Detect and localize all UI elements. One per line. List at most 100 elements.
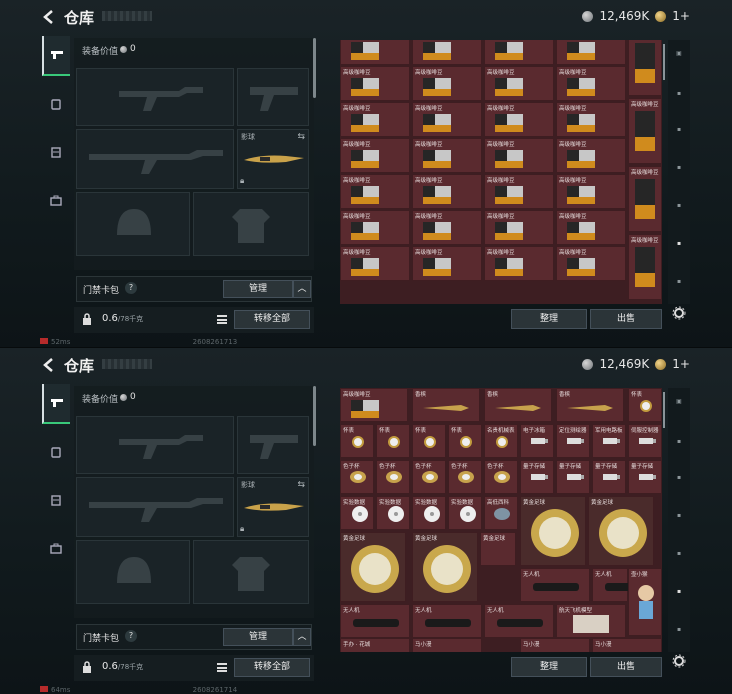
storage-page-icon-4[interactable]: ▪ — [672, 550, 686, 564]
stash-item[interactable]: 高级咖啡豆 — [484, 102, 554, 137]
storage-page-icon-6[interactable]: ▪ — [672, 626, 686, 640]
stash-item[interactable]: 实验数据 — [340, 496, 374, 530]
pistol-slot[interactable] — [237, 68, 309, 126]
tab-weapons[interactable] — [42, 384, 70, 424]
storage-page-icon-6[interactable]: ▪ — [672, 278, 686, 292]
stash-item[interactable]: 香槟 — [484, 388, 552, 422]
gold-amount[interactable]: 1+ — [672, 357, 690, 371]
stash-item[interactable]: 色子杯 — [484, 460, 518, 494]
stash-item[interactable]: 高级咖啡豆 — [556, 40, 626, 65]
gold-amount[interactable]: 1+ — [672, 9, 690, 23]
manage-button[interactable]: 管理 — [223, 280, 293, 298]
stash-item[interactable]: 实验数据 — [376, 496, 410, 530]
stash-item[interactable]: 高级咖啡豆 — [340, 102, 410, 137]
stash-item[interactable]: 高级咖啡豆 — [484, 246, 554, 281]
list-icon[interactable] — [217, 315, 227, 324]
tab-case[interactable] — [42, 180, 70, 220]
stash-item[interactable]: 实验数据 — [448, 496, 482, 530]
stash-item[interactable]: 实验数据 — [412, 496, 446, 530]
stash-item[interactable]: 色子杯 — [412, 460, 446, 494]
stash-item[interactable]: 无人机 — [592, 568, 651, 602]
stash-item[interactable]: 高级咖啡豆 — [412, 40, 482, 65]
stash-item[interactable]: 黄金足球 — [480, 532, 516, 566]
stash-item[interactable]: 高级咖啡豆 — [556, 210, 626, 245]
stash-item[interactable]: 怀表 — [376, 424, 410, 458]
stash-item[interactable]: 量子存储 — [592, 460, 626, 494]
stash-item[interactable]: 香槟 — [556, 388, 624, 422]
stash-scrollbar[interactable] — [663, 44, 665, 80]
helmet-slot[interactable] — [76, 540, 190, 604]
tab-case[interactable] — [42, 528, 70, 568]
stash-item[interactable]: 高级咖啡豆 — [340, 210, 410, 245]
tab-backpack[interactable] — [42, 480, 70, 520]
stash-item[interactable]: 怀表 — [628, 388, 662, 422]
stash-scrollbar[interactable] — [663, 392, 665, 428]
stash-item[interactable]: 黄金足球 — [588, 496, 654, 566]
secondary-weapon-slot[interactable] — [76, 477, 234, 537]
storage-icon[interactable]: ▣ — [672, 50, 686, 64]
back-icon[interactable] — [40, 356, 58, 374]
stash-item[interactable]: 量子存储 — [520, 460, 554, 494]
storage-page-icon-3[interactable]: ▪ — [672, 164, 686, 178]
stash-item[interactable]: 黄金足球 — [412, 532, 478, 602]
back-icon[interactable] — [40, 8, 58, 26]
stash-item[interactable]: 高级咖啡豆 — [556, 138, 626, 173]
stash-item[interactable]: 高级咖啡豆 — [556, 174, 626, 209]
stash-item[interactable]: 名贵机械表 — [484, 424, 518, 458]
stash-item[interactable]: 高级咖啡豆 — [628, 234, 662, 300]
gear-icon[interactable] — [672, 654, 686, 668]
armor-slot[interactable] — [193, 192, 309, 256]
stash-item[interactable]: 高级咖啡豆 — [628, 98, 662, 164]
stash-item[interactable]: 高级咖啡豆 — [484, 210, 554, 245]
storage-page-icon-2[interactable]: ▪ — [672, 126, 686, 140]
primary-weapon-slot[interactable] — [76, 68, 234, 126]
stash-item[interactable]: 定位测绘器 — [556, 424, 590, 458]
stash-item[interactable]: 高级咖啡豆 — [412, 174, 482, 209]
stash-item[interactable]: 怀表 — [448, 424, 482, 458]
stash-item[interactable]: 高级咖啡豆 — [484, 40, 554, 65]
stash-item[interactable]: 高级咖啡豆 — [484, 138, 554, 173]
collapse-chevron-icon[interactable]: ︿ — [293, 628, 311, 646]
stash-item[interactable]: 黄金足球 — [520, 496, 586, 566]
stash-item[interactable]: 电子冰箱 — [520, 424, 554, 458]
stash-item[interactable]: 高级咖啡豆 — [628, 40, 662, 96]
storage-page-icon-4[interactable]: ▪ — [672, 202, 686, 216]
stash-item[interactable]: 高级咖啡豆 — [340, 138, 410, 173]
transfer-all-button[interactable]: 转移全部 — [234, 658, 310, 677]
stash-item[interactable]: 高级咖啡豆 — [556, 246, 626, 281]
list-icon[interactable] — [217, 663, 227, 672]
storage-page-icon-3[interactable]: ▪ — [672, 512, 686, 526]
stash-item[interactable]: 怀表 — [412, 424, 446, 458]
stash-item[interactable]: 高级咖啡豆 — [412, 246, 482, 281]
stash-item[interactable]: 高级咖啡豆 — [412, 210, 482, 245]
tab-armor[interactable] — [42, 84, 70, 124]
collapse-chevron-icon[interactable]: ︿ — [293, 280, 311, 298]
stash-item[interactable]: 色子杯 — [448, 460, 482, 494]
melee-slot[interactable]: 影球 ⇆ 🔒︎ — [237, 477, 309, 537]
storage-page-icon-1[interactable]: ▪ — [672, 438, 686, 452]
sell-button[interactable]: 出售 — [590, 309, 662, 329]
stash-item[interactable]: 高级咖啡豆 — [412, 102, 482, 137]
help-icon[interactable]: ? — [125, 630, 137, 642]
storage-page-icon-5[interactable]: ▪ — [672, 588, 686, 602]
stash-item[interactable]: 高级咖啡豆 — [340, 40, 410, 65]
stash-item[interactable]: 怀表 — [340, 424, 374, 458]
stash-item[interactable]: 高低西科 — [484, 496, 518, 530]
help-icon[interactable]: ? — [125, 282, 137, 294]
tab-armor[interactable] — [42, 432, 70, 472]
stash-item[interactable]: 高级咖啡豆 — [484, 66, 554, 101]
stash-item[interactable]: 马小漫 — [592, 638, 662, 652]
stash-item[interactable]: 军用电路板 — [592, 424, 626, 458]
stash-item[interactable]: 色子杯 — [340, 460, 374, 494]
stash-item[interactable]: 壶小猴 — [628, 568, 662, 636]
stash-item[interactable]: 量子存储 — [628, 460, 662, 494]
stash-item[interactable]: 无人机 — [412, 604, 482, 638]
stash-item[interactable]: 香槟 — [412, 388, 480, 422]
stash-item[interactable]: 手办 · 花城 — [340, 638, 410, 652]
stash-item[interactable]: 量子存储 — [556, 460, 590, 494]
stash-item[interactable]: 高级咖啡豆 — [556, 66, 626, 101]
stash-item[interactable]: 高级咖啡豆 — [628, 166, 662, 232]
melee-slot[interactable]: 影球 ⇆ 🔒︎ — [237, 129, 309, 189]
primary-weapon-slot[interactable] — [76, 416, 234, 474]
stash-item[interactable]: 伺服控制器 — [628, 424, 662, 458]
